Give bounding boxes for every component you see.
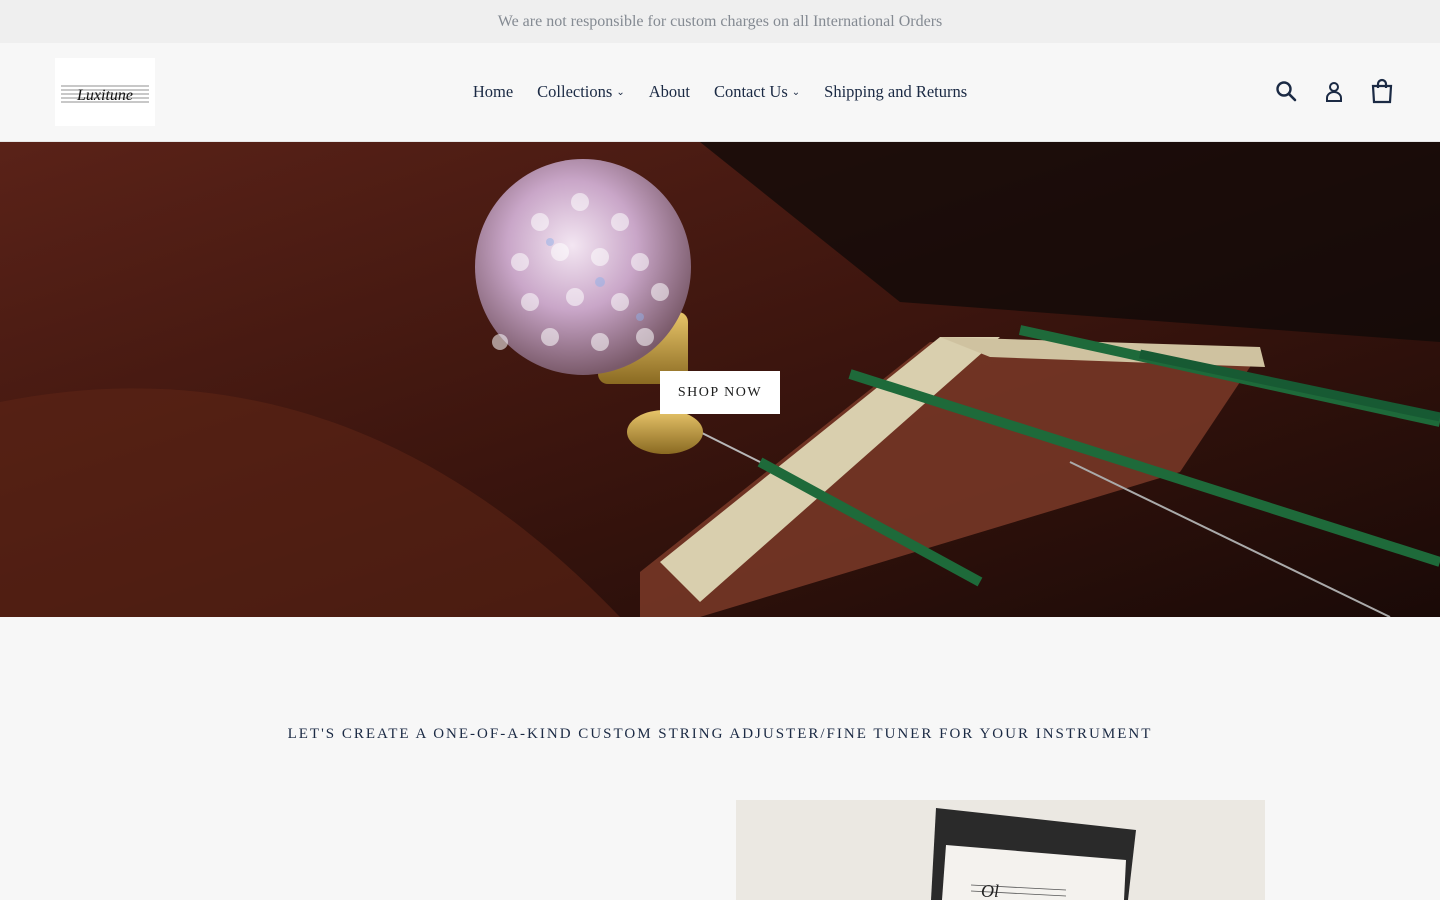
shop-now-button[interactable]: SHOP NOW xyxy=(660,371,780,414)
nav-collections[interactable]: Collections ⌄ xyxy=(525,82,637,102)
feature-image: Ol xyxy=(736,800,1265,900)
site-logo[interactable]: Luxitune xyxy=(55,58,155,126)
chevron-down-icon: ⌄ xyxy=(616,87,625,98)
nav-about[interactable]: About xyxy=(637,82,702,102)
search-icon[interactable] xyxy=(1273,77,1299,105)
nav-home[interactable]: Home xyxy=(461,82,525,102)
announcement-bar: We are not responsible for custom charge… xyxy=(0,0,1440,43)
nav-contact-us[interactable]: Contact Us ⌄ xyxy=(702,82,812,102)
chevron-down-icon: ⌄ xyxy=(791,87,801,98)
main-nav: Home Collections ⌄ About Contact Us ⌄ Sh… xyxy=(0,43,1440,141)
nav-shipping-returns[interactable]: Shipping and Returns xyxy=(812,82,979,102)
nav-home-label: Home xyxy=(472,82,514,101)
svg-text:Luxitune: Luxitune xyxy=(76,87,133,104)
site-header: Luxitune Home Collections ⌄ About Contac… xyxy=(0,43,1440,142)
cart-icon[interactable] xyxy=(1369,77,1395,105)
svg-text:Ol: Ol xyxy=(981,881,999,900)
account-icon[interactable] xyxy=(1321,77,1347,105)
nav-shipping-label: Shipping and Returns xyxy=(824,82,968,101)
nav-collections-label: Collections xyxy=(537,82,613,101)
header-icons xyxy=(1273,77,1395,105)
logo-image: Luxitune xyxy=(61,85,149,104)
feature-heading: LET'S CREATE A ONE-OF-A-KIND CUSTOM STRI… xyxy=(287,726,1153,742)
announcement-text: We are not responsible for custom charge… xyxy=(497,12,943,30)
hero-banner[interactable]: SHOP NOW xyxy=(0,142,1440,617)
nav-about-label: About xyxy=(648,82,690,101)
nav-contact-label: Contact Us xyxy=(713,82,788,101)
